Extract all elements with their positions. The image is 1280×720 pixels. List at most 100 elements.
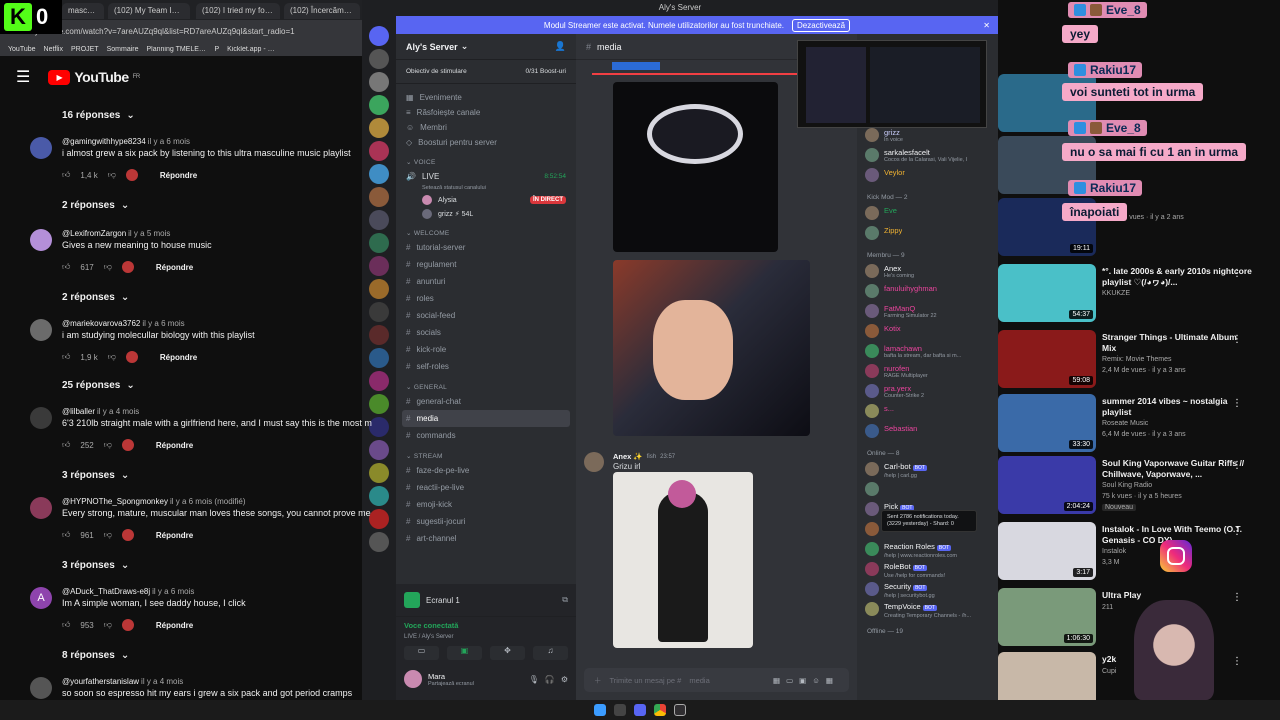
- server-icon[interactable]: [369, 348, 389, 368]
- member-item[interactable]: pra.yerx Counter-Strike 2: [857, 382, 998, 402]
- discord-icon[interactable]: [634, 704, 646, 716]
- video-item[interactable]: 54:37 *°. late 2000s & early 2010s nightc…: [998, 264, 1280, 326]
- reply-button[interactable]: Répondre: [156, 441, 193, 450]
- nav-browse-channels[interactable]: ≡ Răsfoiește canale: [396, 105, 576, 120]
- nav-members[interactable]: ☺ Membri: [396, 120, 576, 135]
- media-image[interactable]: [613, 82, 778, 252]
- video-item[interactable]: 2:04:24 Soul King Vaporwave Guitar Riffs …: [998, 456, 1280, 518]
- thumbs-up-icon[interactable]: 👍︎: [62, 262, 70, 272]
- more-options-icon[interactable]: ⋮: [1232, 334, 1242, 345]
- comment-author[interactable]: @gamingwithhype8234 il y a 6 mois: [62, 137, 190, 146]
- bookmark-projet[interactable]: PROJET: [71, 46, 99, 53]
- video-item[interactable]: 19:11 25 M de vues · il y a 2 ans: [998, 198, 1280, 260]
- member-item[interactable]: fanuluihyghman: [857, 282, 998, 302]
- thumbs-up-icon[interactable]: 👍︎: [62, 530, 70, 540]
- thumbs-down-icon[interactable]: 👎︎: [104, 262, 112, 272]
- message-author[interactable]: Anex ✨: [613, 452, 643, 461]
- member-item[interactable]: Kotix: [857, 322, 998, 342]
- current-user[interactable]: Mara Partajează ecranul 🎙 🎧 ⚙: [396, 666, 576, 692]
- channel-social-feed[interactable]: # social-feed: [396, 307, 576, 324]
- soundboard-button[interactable]: ♫: [533, 646, 568, 660]
- server-icon[interactable]: [369, 141, 389, 161]
- server-icon[interactable]: [369, 302, 389, 322]
- browser-tab[interactable]: (102) Încercăm Ulti...: [284, 3, 360, 19]
- nav-events[interactable]: ▦ Evenimente: [396, 90, 576, 105]
- channel-tutorial-server[interactable]: # tutorial-server: [396, 239, 576, 256]
- category-stream[interactable]: ⌄ STREAM: [396, 444, 576, 462]
- thumbs-down-icon[interactable]: 👎︎: [104, 620, 112, 630]
- obs-icon[interactable]: [674, 704, 686, 716]
- disable-streamer-mode-button[interactable]: Dezactivează: [792, 18, 851, 32]
- server-icon[interactable]: [369, 417, 389, 437]
- reply-button[interactable]: Répondre: [156, 263, 193, 272]
- video-thumbnail[interactable]: 54:37: [998, 264, 1096, 322]
- channel-socials[interactable]: # socials: [396, 324, 576, 341]
- server-icon[interactable]: [369, 26, 389, 46]
- member-item[interactable]: RoleBot BOT Use /help for commands!: [857, 560, 998, 580]
- screen-share-row[interactable]: Ecranul 1 ⧉: [396, 584, 576, 617]
- more-options-icon[interactable]: ⋮: [1232, 656, 1242, 667]
- bookmark-netflix[interactable]: Netflix: [44, 46, 63, 53]
- member-item[interactable]: lamachawn bafta la stream, dar bafta si m…: [857, 342, 998, 362]
- video-item[interactable]: 3:17 Instalok - In Love With Teemo (O.T. …: [998, 522, 1280, 584]
- video-thumbnail[interactable]: 33:30: [998, 394, 1096, 452]
- video-title[interactable]: summer 2014 vibes ~ nostalgia playlist: [1102, 396, 1252, 418]
- more-options-icon[interactable]: ⋮: [1232, 526, 1242, 537]
- server-icon[interactable]: [369, 486, 389, 506]
- more-options-icon[interactable]: ⋮: [1232, 268, 1242, 279]
- comment-author[interactable]: @ADuck_ThatDraws-e8j il y a 6 mois: [62, 587, 194, 596]
- gear-icon[interactable]: ⚙: [561, 675, 568, 684]
- channel-media[interactable]: # media: [402, 410, 570, 427]
- server-icon[interactable]: [369, 118, 389, 138]
- comment-author[interactable]: @mariekovarova3762 il y a 6 mois: [62, 319, 185, 328]
- replies-toggle[interactable]: 8 réponses ⌄: [62, 650, 129, 661]
- channel-emoji-kick[interactable]: # emoji-kick: [396, 496, 576, 513]
- bookmark-planning[interactable]: Planning TMELEC G...: [147, 46, 207, 53]
- video-thumbnail[interactable]: 3:17: [998, 522, 1096, 580]
- server-icon[interactable]: [369, 463, 389, 483]
- video-channel[interactable]: Remix: Movie Themes: [1102, 356, 1172, 363]
- avatar[interactable]: [30, 319, 52, 341]
- channel-faze-de-pe-live[interactable]: # faze-de-pe-live: [396, 462, 576, 479]
- server-icon[interactable]: [369, 440, 389, 460]
- server-icon[interactable]: [369, 325, 389, 345]
- message-input[interactable]: ＋ Trimite un mesaj pe # media ▦▭▣☺▦: [584, 668, 849, 692]
- search-icon[interactable]: [614, 704, 626, 716]
- server-icon[interactable]: [369, 394, 389, 414]
- video-title[interactable]: Stranger Things - Ultimate Album Mix: [1102, 332, 1252, 354]
- channel-commands[interactable]: # commands: [396, 427, 576, 444]
- member-item[interactable]: Security BOT/help | securitybot.gg: [857, 580, 998, 600]
- video-channel[interactable]: Soul King Radio: [1102, 482, 1152, 489]
- more-options-icon[interactable]: ⋮: [1232, 398, 1242, 409]
- browser-tab[interactable]: (102) I tried my foll...: [196, 3, 280, 19]
- server-icon[interactable]: [369, 49, 389, 69]
- member-item[interactable]: FatManQ Farming Simulator 22: [857, 302, 998, 322]
- video-channel[interactable]: KKUKZE: [1102, 290, 1130, 297]
- category-welcome[interactable]: ⌄ WELCOME: [396, 221, 576, 239]
- member-item[interactable]: Anex He's coming: [857, 262, 998, 282]
- server-icon[interactable]: [369, 210, 389, 230]
- boost-goal[interactable]: Obiectiv de stimulare 0/31 Boost-uri: [396, 60, 576, 84]
- server-icon[interactable]: [369, 95, 389, 115]
- channel-art-channel[interactable]: # art-channel: [396, 530, 576, 547]
- member-item[interactable]: [857, 480, 998, 500]
- replies-toggle[interactable]: 16 réponses ⌄: [62, 110, 135, 121]
- server-icon[interactable]: [369, 164, 389, 184]
- avatar[interactable]: [30, 137, 52, 159]
- server-icon[interactable]: [369, 72, 389, 92]
- camera-button[interactable]: ▭: [404, 646, 439, 660]
- plus-icon[interactable]: ＋: [594, 675, 602, 686]
- thumbs-up-icon[interactable]: 👍︎: [62, 620, 70, 630]
- url-text[interactable]: youtube.com/watch?v=7areAUZq9ql&list=RD7…: [35, 27, 355, 36]
- avatar[interactable]: [30, 677, 52, 699]
- voice-user[interactable]: Alysia ÎN DIRECT: [396, 193, 576, 207]
- comment-author[interactable]: @LexifromZargon il y a 5 mois: [62, 229, 170, 238]
- member-item[interactable]: Veylor: [857, 166, 998, 186]
- nav-boosts[interactable]: ◇ Boosturi pentru server: [396, 135, 576, 150]
- mic-icon[interactable]: 🎙: [529, 675, 539, 684]
- avatar[interactable]: A: [30, 587, 52, 609]
- server-icon[interactable]: [369, 279, 389, 299]
- channel-sugestii-jocuri[interactable]: # sugestii-jocuri: [396, 513, 576, 530]
- video-thumbnail[interactable]: 59:08: [998, 330, 1096, 388]
- thumbs-up-icon[interactable]: 👍︎: [62, 440, 70, 450]
